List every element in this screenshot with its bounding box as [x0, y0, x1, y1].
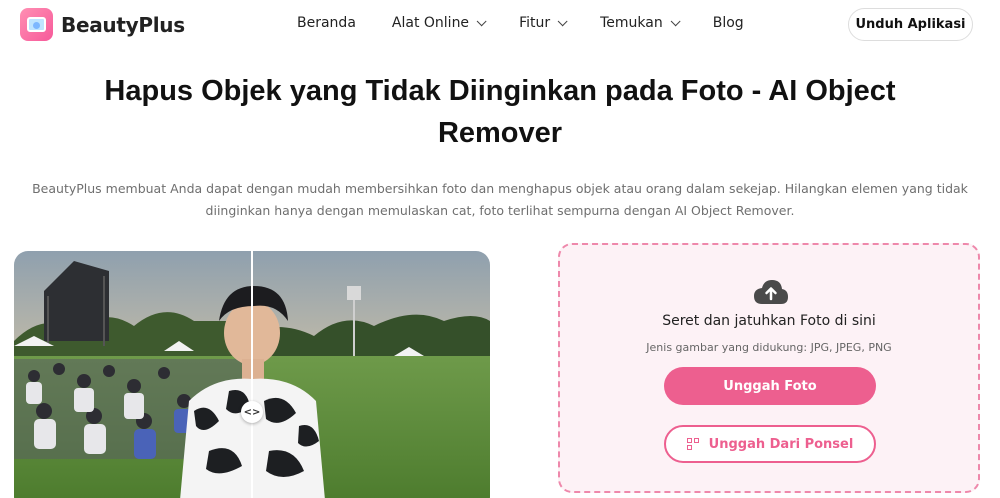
brand-logo[interactable]: BeautyPlus	[20, 8, 185, 41]
nav-item-label: Fitur	[519, 15, 551, 31]
download-app-button[interactable]: Unduh Aplikasi	[848, 8, 973, 41]
beautyplus-logo-icon	[20, 8, 53, 41]
comparison-image	[14, 251, 490, 498]
chevron-down-icon	[557, 15, 568, 26]
top-nav: BeautyPlus Beranda Alat Online Fitur Tem…	[0, 0, 1000, 50]
upload-dropzone[interactable]: Seret dan jatuhkan Foto di sini Jenis ga…	[558, 243, 980, 493]
before-after-comparison[interactable]: <>	[14, 251, 490, 498]
nav-item-temukan[interactable]: Temukan	[600, 15, 681, 31]
page-subtitle: BeautyPlus membuat Anda dapat dengan mud…	[32, 181, 968, 218]
comparison-slider-handle[interactable]: <>	[241, 401, 263, 423]
brand-name: BeautyPlus	[61, 12, 185, 37]
page-title: Hapus Objek yang Tidak Diinginkan pada F…	[104, 75, 896, 149]
upload-photo-button[interactable]: Unggah Foto	[664, 367, 876, 405]
cloud-upload-icon	[754, 280, 788, 304]
nav-item-label: Alat Online	[391, 15, 470, 31]
chevron-down-icon	[670, 15, 681, 26]
supported-file-types: Jenis gambar yang didukung: JPG, JPEG, P…	[646, 341, 892, 354]
nav-menu: Beranda Alat Online Fitur Temukan Blog	[297, 15, 780, 31]
nav-item-alat-online[interactable]: Alat Online	[391, 15, 487, 31]
nav-item-label: Beranda	[297, 15, 356, 31]
nav-item-beranda[interactable]: Beranda	[297, 15, 356, 31]
qr-code-icon	[686, 438, 699, 450]
nav-item-fitur[interactable]: Fitur	[519, 15, 568, 31]
upload-from-phone-button[interactable]: Unggah Dari Ponsel	[664, 425, 876, 463]
upload-from-phone-label: Unggah Dari Ponsel	[708, 436, 854, 452]
nav-item-blog[interactable]: Blog	[713, 15, 744, 31]
dropzone-title: Seret dan jatuhkan Foto di sini	[662, 313, 876, 329]
nav-item-label: Blog	[712, 15, 744, 31]
nav-item-label: Temukan	[600, 15, 663, 31]
chevron-down-icon	[476, 15, 487, 26]
